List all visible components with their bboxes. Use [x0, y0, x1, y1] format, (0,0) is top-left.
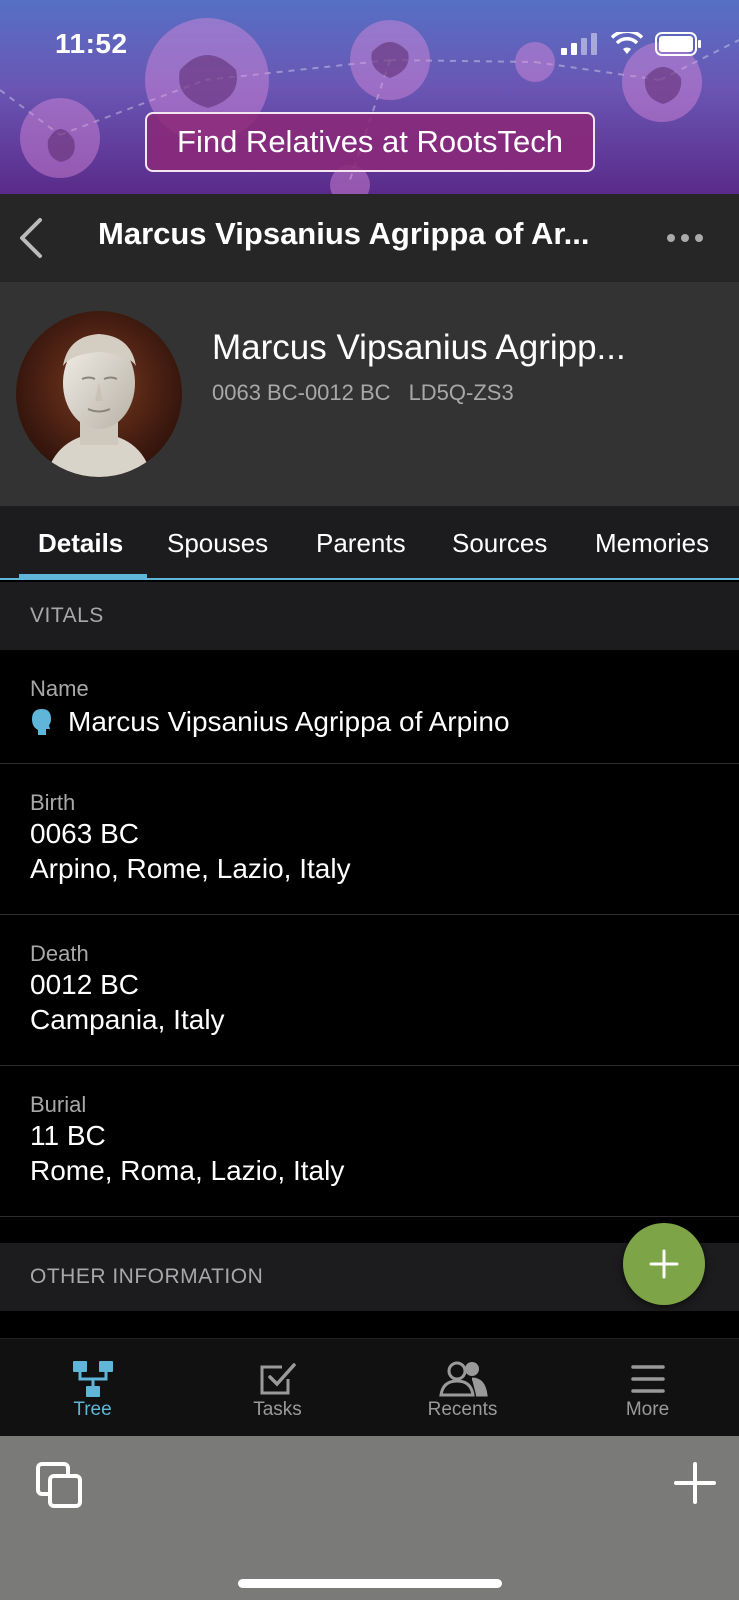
vital-row-death[interactable]: Death 0012 BC Campania, Italy: [0, 915, 739, 1066]
vital-row-birth[interactable]: Birth 0063 BC Arpino, Rome, Lazio, Italy: [0, 764, 739, 915]
status-time: 11:52: [55, 28, 128, 59]
bottom-tab-tasks[interactable]: Tasks: [185, 1339, 370, 1437]
back-button[interactable]: [14, 216, 50, 260]
vital-row-burial[interactable]: Burial 11 BC Rome, Roma, Lazio, Italy: [0, 1066, 739, 1217]
vital-label: Death: [30, 941, 89, 966]
page-title: Marcus Vipsanius Agrippa of Ar...: [98, 216, 590, 251]
find-relatives-button[interactable]: Find Relatives at RootsTech: [145, 112, 595, 172]
vital-date: 0063 BC: [30, 818, 139, 849]
battery-icon: [655, 32, 701, 56]
new-tab-button[interactable]: [672, 1460, 718, 1511]
menu-icon: [630, 1365, 665, 1393]
ellipsis-dot: [667, 234, 675, 242]
wifi-icon: [611, 32, 643, 54]
person-name: Marcus Vipsanius Agripp...: [212, 328, 626, 367]
recents-icon: [438, 1361, 488, 1397]
browser-toolbar: [0, 1436, 739, 1600]
vital-name-value: Marcus Vipsanius Agrippa of Arpino: [30, 704, 739, 739]
ellipsis-dot: [695, 234, 703, 242]
vital-value: Marcus Vipsanius Agrippa of Arpino: [68, 706, 510, 737]
home-indicator: [238, 1579, 502, 1588]
status-bar: 11:52: [0, 0, 739, 90]
promo-banner[interactable]: 11:52 Find Relatives at RootsTech: [0, 0, 739, 194]
vital-date: 0012 BC: [30, 969, 139, 1000]
tab-memories[interactable]: Memories: [595, 528, 709, 559]
tab-details[interactable]: Details: [38, 528, 123, 559]
more-options-button[interactable]: [667, 224, 711, 252]
copy-tabs-icon: [36, 1462, 82, 1508]
vital-place: Rome, Roma, Lazio, Italy: [30, 1155, 345, 1186]
vital-label: Burial: [30, 1092, 87, 1117]
vital-row-name[interactable]: Name Marcus Vipsanius Agrippa of Arpino: [0, 650, 739, 764]
bottom-tab-label: Recents: [427, 1399, 498, 1420]
vital-label: Name: [30, 676, 89, 701]
tab-sources[interactable]: Sources: [452, 528, 547, 559]
person-id: LD5Q-ZS3: [408, 380, 514, 405]
tab-spouses[interactable]: Spouses: [167, 528, 268, 559]
active-tab-indicator: [19, 574, 147, 579]
plus-icon: [674, 1462, 716, 1504]
bottom-tab-more[interactable]: More: [555, 1339, 739, 1437]
male-person-icon: [32, 708, 51, 735]
vital-label: Birth: [30, 790, 76, 815]
tabs-button[interactable]: [34, 1460, 86, 1517]
bottom-tab-label: More: [625, 1399, 670, 1420]
tasks-icon: [260, 1363, 296, 1395]
vital-place: Campania, Italy: [30, 1004, 225, 1035]
plus-icon: [649, 1249, 679, 1279]
navigation-bar: Marcus Vipsanius Agrippa of Ar...: [0, 194, 739, 282]
bottom-tab-bar: Tree Tasks Recents More: [0, 1338, 739, 1436]
tree-icon: [72, 1361, 113, 1397]
cellular-signal-icon: [561, 33, 597, 55]
bottom-tab-label: Tasks: [253, 1399, 302, 1420]
bottom-tab-tree[interactable]: Tree: [0, 1339, 185, 1437]
person-tabs: Details Spouses Parents Sources Memories: [0, 506, 739, 580]
bottom-tab-label: Tree: [73, 1399, 112, 1420]
add-button[interactable]: [623, 1223, 705, 1305]
tab-parents[interactable]: Parents: [316, 528, 406, 559]
ellipsis-dot: [681, 234, 689, 242]
vital-place: Arpino, Rome, Lazio, Italy: [30, 853, 351, 884]
person-meta: 0063 BC-0012 BC LD5Q-ZS3: [212, 380, 514, 406]
section-header-vitals: VITALS: [0, 582, 739, 650]
person-lifespan: 0063 BC-0012 BC: [212, 380, 391, 405]
person-header: Marcus Vipsanius Agripp... 0063 BC-0012 …: [0, 282, 739, 506]
vital-date: 11 BC: [30, 1120, 106, 1151]
bust-portrait-image: [16, 311, 182, 477]
chevron-left-icon: [20, 218, 42, 258]
bottom-tab-recents[interactable]: Recents: [370, 1339, 555, 1437]
person-avatar[interactable]: [16, 311, 182, 477]
status-icons: [561, 32, 703, 56]
